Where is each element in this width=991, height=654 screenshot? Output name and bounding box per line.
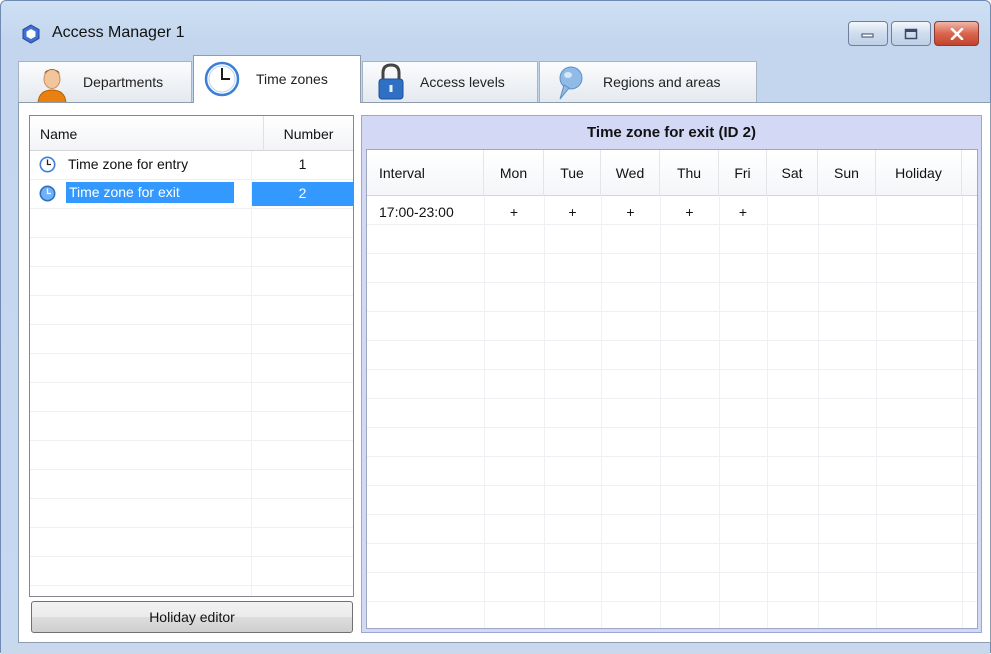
column-divider (767, 196, 768, 628)
time-zones-panel: Name Number Time zone for entry 1 Time z… (18, 102, 991, 643)
maximize-icon (904, 28, 918, 39)
list-grid: Time zone for entry 1 Time zone for exit… (30, 151, 353, 596)
column-header-holiday[interactable]: Holiday (876, 150, 962, 196)
lock-icon (378, 63, 404, 100)
column-header-sat[interactable]: Sat (767, 150, 818, 196)
column-header-fri[interactable]: Fri (719, 150, 767, 196)
schedule-grid[interactable]: 17:00-23:00 + + + + + (367, 196, 977, 628)
schedule-table: Interval Mon Tue Wed Thu Fri Sat Sun Holiday 17:… (366, 149, 978, 629)
clock-icon (39, 185, 56, 202)
schedule-day-cell[interactable] (818, 198, 876, 226)
list-header: Name Number (30, 116, 353, 151)
tab-time-zones[interactable]: Time zones (193, 55, 361, 103)
time-zone-name: Time zone for entry (68, 156, 189, 172)
list-item[interactable]: Time zone for entry 1 (30, 151, 353, 179)
schedule-interval-cell[interactable]: 17:00-23:00 (367, 198, 484, 226)
column-divider (818, 196, 819, 628)
column-divider (876, 196, 877, 628)
schedule-panel: Time zone for exit (ID 2) Interval Mon Tue… (361, 115, 982, 633)
close-button[interactable] (934, 21, 979, 46)
schedule-day-cell[interactable]: + (544, 198, 601, 226)
column-header-tue[interactable]: Tue (544, 150, 601, 196)
tab-regions-and-areas[interactable]: Regions and areas (539, 61, 757, 103)
time-zone-name: Time zone for exit (66, 182, 234, 203)
app-hex-icon (22, 24, 40, 44)
minimize-icon (861, 33, 874, 37)
column-divider (660, 196, 661, 628)
time-zone-number: 2 (252, 182, 353, 206)
maximize-button[interactable] (891, 21, 931, 46)
schedule-header: Interval Mon Tue Wed Thu Fri Sat Sun Holiday (367, 150, 977, 196)
schedule-day-cell[interactable]: + (484, 198, 544, 226)
map-pin-icon (559, 66, 583, 100)
tab-access-levels[interactable]: Access levels (362, 61, 538, 103)
title-bar[interactable]: Access Manager 1 (1, 1, 990, 51)
close-icon (950, 27, 963, 40)
column-header-sun[interactable]: Sun (818, 150, 876, 196)
schedule-day-cell[interactable] (767, 198, 818, 226)
column-header-thu[interactable]: Thu (660, 150, 719, 196)
tab-label: Time zones (256, 71, 328, 87)
schedule-day-cell[interactable] (876, 198, 962, 226)
column-header-wed[interactable]: Wed (601, 150, 660, 196)
column-header-name[interactable]: Name (40, 116, 77, 151)
holiday-editor-button[interactable]: Holiday editor (31, 601, 353, 633)
time-zone-list: Name Number Time zone for entry 1 Time z… (29, 115, 354, 597)
clock-icon (39, 156, 56, 173)
access-manager-window: Access Manager 1 Departments Time zones … (0, 0, 991, 654)
minimize-button[interactable] (848, 21, 888, 46)
column-header-number[interactable]: Number (263, 116, 353, 151)
column-header-mon[interactable]: Mon (484, 150, 544, 196)
tab-departments[interactable]: Departments (18, 61, 192, 103)
list-item-selected[interactable]: Time zone for exit 2 (30, 180, 353, 208)
person-icon (37, 69, 67, 103)
tab-label: Regions and areas (603, 74, 721, 90)
column-divider (544, 196, 545, 628)
column-divider (962, 196, 963, 628)
column-divider (719, 196, 720, 628)
status-bar (1, 643, 990, 654)
time-zone-number: 1 (298, 156, 307, 172)
schedule-title: Time zone for exit (ID 2) (587, 124, 756, 141)
tab-label: Access levels (420, 74, 505, 90)
schedule-day-cell[interactable]: + (719, 198, 767, 226)
schedule-day-cell[interactable]: + (660, 198, 719, 226)
schedule-day-cell[interactable]: + (601, 198, 660, 226)
column-divider (601, 196, 602, 628)
column-divider (484, 196, 485, 628)
column-header-interval[interactable]: Interval (367, 150, 484, 196)
window-title: Access Manager 1 (52, 24, 185, 41)
clock-icon (204, 61, 240, 97)
tab-label: Departments (83, 74, 164, 90)
